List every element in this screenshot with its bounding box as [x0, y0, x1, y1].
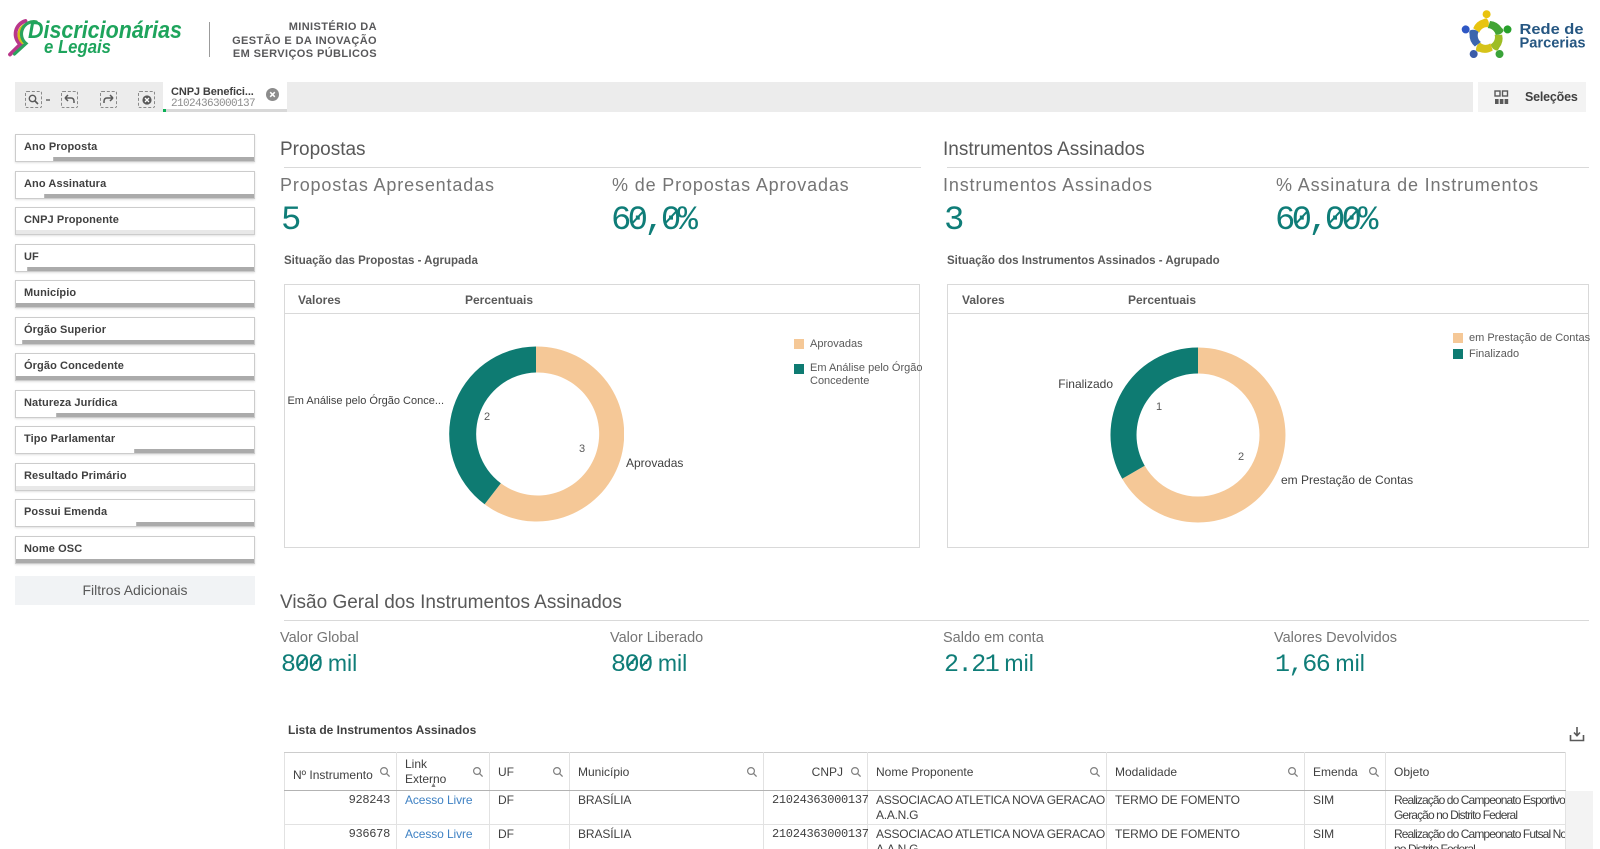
svg-text:e Legais: e Legais: [44, 36, 111, 57]
svg-text:Parcerias: Parcerias: [1520, 35, 1586, 52]
